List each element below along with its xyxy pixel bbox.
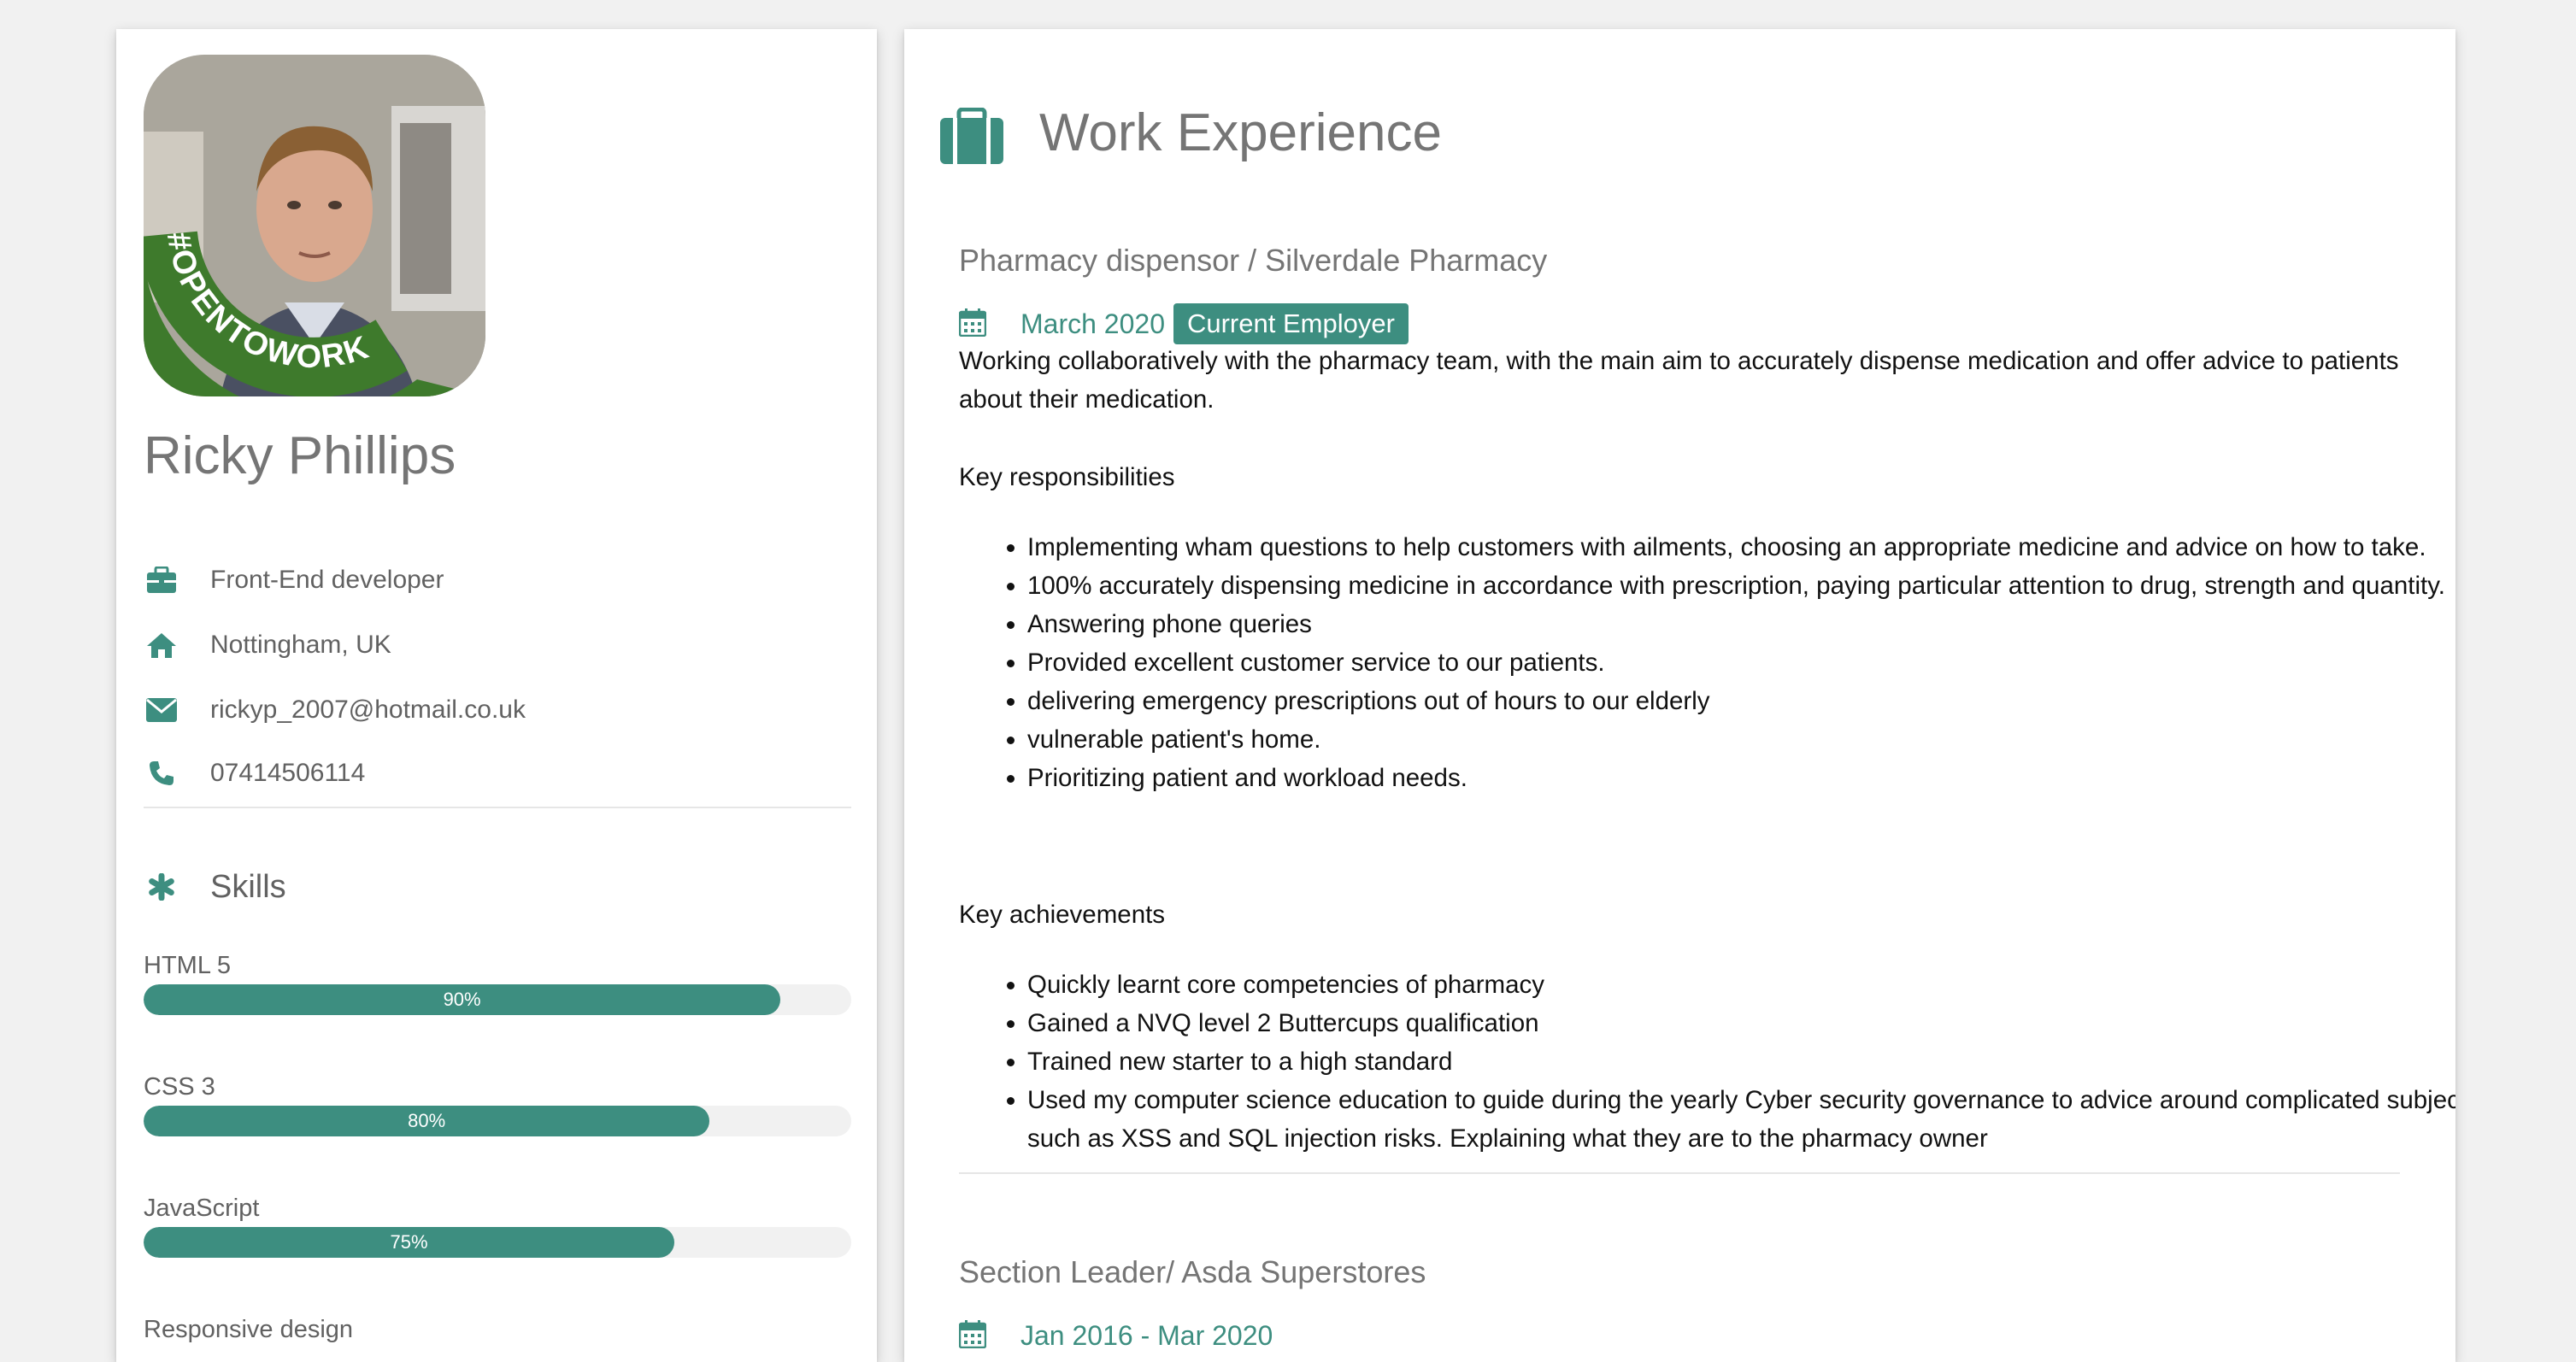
list-item: Prioritizing patient and workload needs.	[1027, 759, 2455, 797]
list-item: vulnerable patient's home.	[1027, 720, 2455, 759]
phone[interactable]: 07414506114	[210, 759, 365, 788]
job-title: Pharmacy dispensor / Silverdale Pharmacy	[959, 243, 1548, 278]
phone-row: 07414506114	[144, 752, 365, 795]
profile-card: #OPENTOWORK Ricky Phillips Front-End dev…	[116, 29, 877, 1362]
job-title: Front-End developer	[210, 566, 444, 594]
avatar: #OPENTOWORK	[144, 55, 485, 396]
envelope-icon	[144, 692, 179, 728]
list-item: 100% accurately dispensing medicine in a…	[1027, 567, 2455, 605]
list-item: Used my computer science education to gu…	[1027, 1081, 2455, 1158]
job-date: March 2020	[1020, 308, 1165, 339]
skill-name: JavaScript	[144, 1195, 260, 1222]
current-employer-badge: Current Employer	[1173, 303, 1409, 344]
email-row: rickyp_2007@hotmail.co.uk	[144, 689, 526, 731]
briefcase-icon	[144, 562, 179, 598]
divider	[144, 807, 851, 808]
skill-progress-fill: 90%	[144, 984, 781, 1015]
avatar-photo: #OPENTOWORK	[144, 55, 485, 396]
skills-heading: Skills	[144, 863, 286, 911]
job-date-row: March 2020 Current Employer	[958, 301, 1409, 347]
list-item: Quickly learnt core competencies of phar…	[1027, 966, 2455, 1004]
responsibilities-list: Implementing wham questions to help cust…	[959, 528, 2455, 797]
divider	[959, 1172, 2400, 1174]
achievements-heading: Key achievements	[959, 901, 1166, 929]
calendar-icon	[958, 1319, 987, 1353]
responsibilities-heading: Key responsibilities	[959, 463, 1175, 491]
list-item: Implementing wham questions to help cust…	[1027, 528, 2455, 567]
job-row: Front-End developer	[144, 559, 444, 602]
list-item: Provided excellent customer service to o…	[1027, 643, 2455, 682]
job-date-row: Jan 2016 - Mar 2020	[958, 1312, 1273, 1359]
email[interactable]: rickyp_2007@hotmail.co.uk	[210, 696, 526, 725]
location: Nottingham, UK	[210, 631, 391, 659]
work-experience-card: Work Experience Pharmacy dispensor / Sil…	[904, 29, 2455, 1362]
job-description: Working collaboratively with the pharmac…	[959, 347, 2399, 414]
skill-name: CSS 3	[144, 1073, 215, 1101]
skill-progress-bar: 90%	[144, 984, 851, 1015]
skill-name: Responsive design	[144, 1316, 354, 1343]
skill-progress-bar: 80%	[144, 1106, 851, 1136]
suitcase-icon	[940, 107, 1003, 168]
list-item: Trained new starter to a high standard	[1027, 1042, 2455, 1081]
profile-name: Ricky Phillips	[144, 426, 456, 485]
list-item: Answering phone queries	[1027, 605, 2455, 643]
calendar-icon	[958, 308, 987, 341]
skill-name: HTML 5	[144, 952, 232, 979]
list-item: Gained a NVQ level 2 Buttercups qualific…	[1027, 1004, 2455, 1042]
job-title: Section Leader/ Asda Superstores	[959, 1254, 1426, 1289]
home-icon	[144, 627, 179, 663]
phone-icon	[144, 755, 179, 791]
skill-progress-fill: 75%	[144, 1227, 674, 1258]
skill-progress-fill: 80%	[144, 1106, 710, 1136]
skills-heading-label: Skills	[210, 868, 286, 905]
skill-progress-bar: 75%	[144, 1227, 851, 1258]
work-experience-heading: Work Experience	[1039, 103, 1442, 162]
asterisk-icon	[144, 873, 179, 901]
location-row: Nottingham, UK	[144, 624, 391, 666]
list-item: delivering emergency prescriptions out o…	[1027, 682, 2455, 720]
achievements-list: Quickly learnt core competencies of phar…	[959, 966, 2455, 1158]
